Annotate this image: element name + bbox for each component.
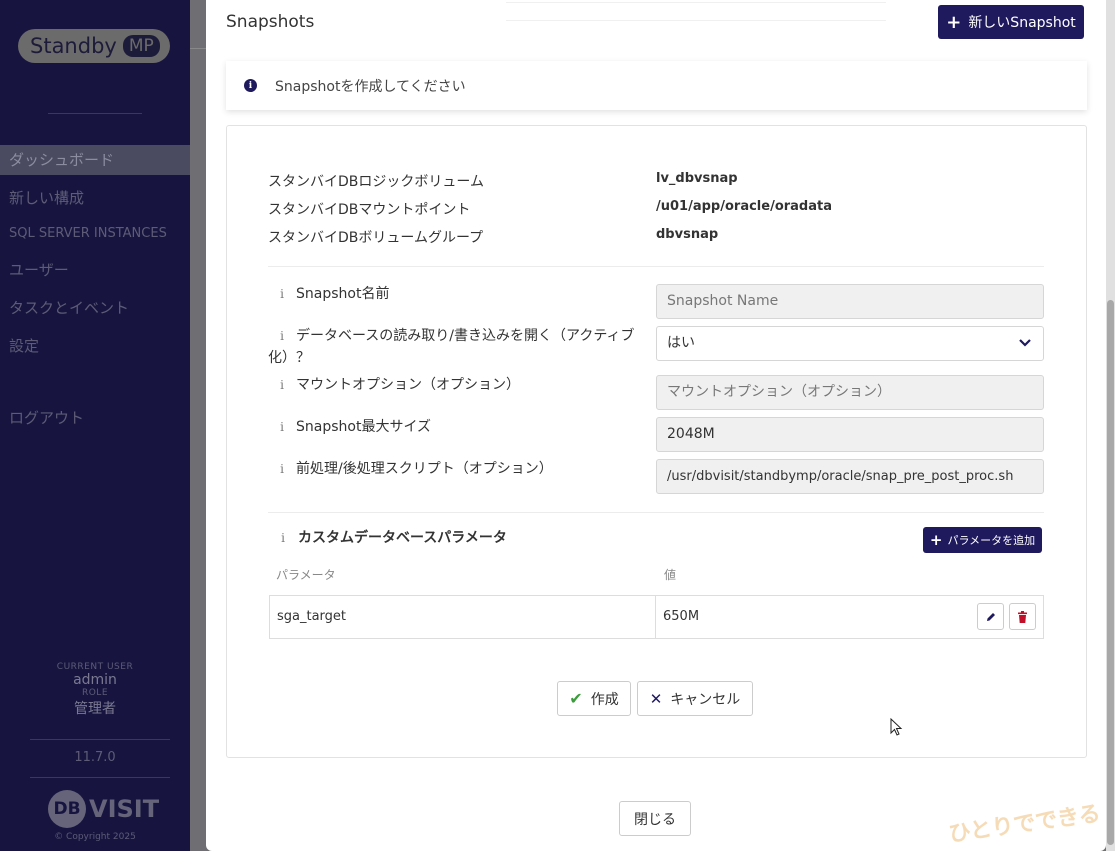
sidebar-item-label: 設定 [9, 337, 40, 355]
background-divider [190, 48, 206, 49]
divider [268, 266, 1044, 267]
mount-options-label-text: マウントオプション（オプション） [296, 377, 520, 393]
copyright: © Copyright 2025 [54, 832, 136, 842]
script-label: i 前処理/後処理スクリプト（オプション） [268, 458, 648, 480]
modal-title: Snapshots [226, 12, 315, 32]
script-label-text: 前処理/後処理スクリプト（オプション） [296, 461, 553, 477]
sidebar-item-logout[interactable]: ログアウト [0, 403, 190, 433]
app-logo: Standby MP [18, 29, 170, 63]
app-version: 11.7.0 [74, 750, 116, 765]
info-icon[interactable]: i [268, 283, 296, 305]
current-user-label: CURRENT USER [56, 662, 134, 672]
max-size-label: i Snapshot最大サイズ [268, 416, 648, 438]
sidebar-item-sql-server-instances[interactable]: SQL SERVER INSTANCES [0, 219, 190, 249]
mouse-cursor-icon [890, 718, 903, 736]
open-rw-label: i データベースの読み取り/書き込みを開く（アクティブ化）？ [268, 325, 640, 369]
plus-icon: + [946, 11, 962, 33]
plus-icon: + [929, 531, 943, 549]
info-icon: i [244, 79, 257, 92]
current-user-name: admin [73, 672, 117, 688]
close-label: 閉じる [634, 811, 676, 828]
mount-options-label: i マウントオプション（オプション） [268, 374, 648, 396]
volume-group-value: dbvsnap [656, 227, 719, 242]
snapshot-name-label-text: Snapshot名前 [296, 286, 390, 302]
snapshots-modal: Snapshots + 新しいSnapshot i Snapshotを作成してく… [206, 0, 1106, 851]
info-icon[interactable]: i [268, 416, 296, 438]
dbvisit-logo-text: VISIT [89, 795, 160, 823]
column-header-value: 値 [664, 568, 677, 582]
column-header-parameter: パラメータ [276, 568, 336, 582]
add-parameter-label: パラメータを追加 [947, 534, 1036, 547]
sidebar-item-label: 新しい構成 [9, 189, 85, 207]
table-row: sga_target 650M [269, 595, 1044, 639]
sidebar-item-users[interactable]: ユーザー [0, 255, 190, 285]
custom-params-title: i カスタムデータベースパラメータ [268, 527, 507, 547]
cancel-button[interactable]: ✕ キャンセル [637, 681, 753, 716]
snapshot-form-card: スタンバイDBロジックボリューム lv_dbvsnap スタンバイDBマウントポ… [226, 125, 1087, 758]
scrollbar[interactable] [1106, 0, 1115, 851]
logo-text: Standby [30, 34, 117, 58]
mount-point-value: /u01/app/oracle/oradata [656, 199, 832, 214]
divider [506, 2, 886, 3]
logo-badge: MP [122, 35, 160, 57]
edit-parameter-button[interactable] [977, 603, 1004, 630]
sidebar-item-dashboard[interactable]: ダッシュボード [0, 145, 190, 175]
current-user-block: CURRENT USER admin ROLE 管理者 [0, 662, 190, 718]
info-alert: i Snapshotを作成してください [226, 61, 1087, 110]
add-parameter-button[interactable]: + パラメータを追加 [923, 527, 1042, 553]
new-snapshot-button[interactable]: + 新しいSnapshot [938, 5, 1084, 39]
mount-options-input[interactable]: マウントオプション（オプション） [656, 375, 1044, 410]
sidebar-item-label: タスクとイベント [9, 299, 130, 317]
divider [268, 512, 1044, 513]
mount-point-label: スタンバイDBマウントポイント [268, 202, 471, 218]
trash-icon [1018, 610, 1027, 623]
script-input[interactable]: /usr/dbvisit/standbymp/oracle/snap_pre_p… [656, 459, 1044, 494]
close-icon: ✕ [649, 689, 663, 708]
role-value: 管理者 [74, 701, 116, 717]
sidebar-divider [48, 113, 142, 114]
open-rw-label-text: データベースの読み取り/書き込みを開く（アクティブ化）？ [268, 328, 635, 366]
chevron-down-icon [1019, 339, 1031, 347]
role-label: ROLE [81, 688, 109, 698]
sidebar-item-label: ダッシュボード [9, 151, 115, 169]
create-label: 作成 [590, 691, 619, 708]
create-button[interactable]: ✔ 作成 [557, 681, 631, 716]
sidebar: Standby MP ダッシュボード 新しい構成 SQL SERVER INST… [0, 0, 190, 851]
open-rw-select[interactable]: はい [656, 326, 1044, 361]
sidebar-item-tasks-events[interactable]: タスクとイベント [0, 293, 190, 323]
volume-group-label: スタンバイDBボリュームグループ [268, 230, 484, 246]
check-icon: ✔ [569, 689, 583, 708]
pencil-icon [986, 612, 995, 621]
info-message: Snapshotを作成してください [275, 78, 466, 95]
custom-params-title-text: カスタムデータベースパラメータ [298, 530, 507, 546]
max-size-input[interactable]: 2048M [656, 417, 1044, 452]
close-button[interactable]: 閉じる [619, 801, 691, 836]
new-snapshot-label: 新しいSnapshot [968, 15, 1076, 31]
sidebar-divider [30, 739, 170, 740]
open-rw-selected-value: はい [667, 335, 695, 351]
sidebar-divider [30, 777, 170, 778]
divider [506, 20, 886, 21]
snapshot-name-input[interactable]: Snapshot Name [656, 284, 1044, 319]
param-name-cell: sga_target [270, 596, 656, 638]
sidebar-item-new-config[interactable]: 新しい構成 [0, 183, 190, 213]
sidebar-item-settings[interactable]: 設定 [0, 331, 190, 361]
snapshot-name-label: i Snapshot名前 [268, 283, 648, 305]
logical-volume-label: スタンバイDBロジックボリューム [268, 174, 484, 190]
dbvisit-logo-circle: DB [48, 790, 86, 828]
max-size-label-text: Snapshot最大サイズ [296, 419, 432, 435]
logical-volume-value: lv_dbvsnap [656, 171, 738, 186]
sidebar-item-label: ログアウト [9, 409, 85, 427]
info-icon[interactable]: i [268, 458, 296, 480]
cancel-label: キャンセル [670, 691, 741, 708]
sidebar-item-label: ユーザー [9, 261, 69, 279]
info-icon[interactable]: i [268, 374, 296, 396]
delete-parameter-button[interactable] [1009, 603, 1036, 630]
dbvisit-logo: DB VISIT [48, 790, 159, 828]
info-icon[interactable]: i [268, 531, 298, 545]
scrollbar-thumb[interactable] [1107, 300, 1114, 845]
sidebar-item-label: SQL SERVER INSTANCES [9, 226, 167, 241]
param-value-cell: 650M [663, 609, 700, 624]
info-icon[interactable]: i [268, 325, 296, 347]
